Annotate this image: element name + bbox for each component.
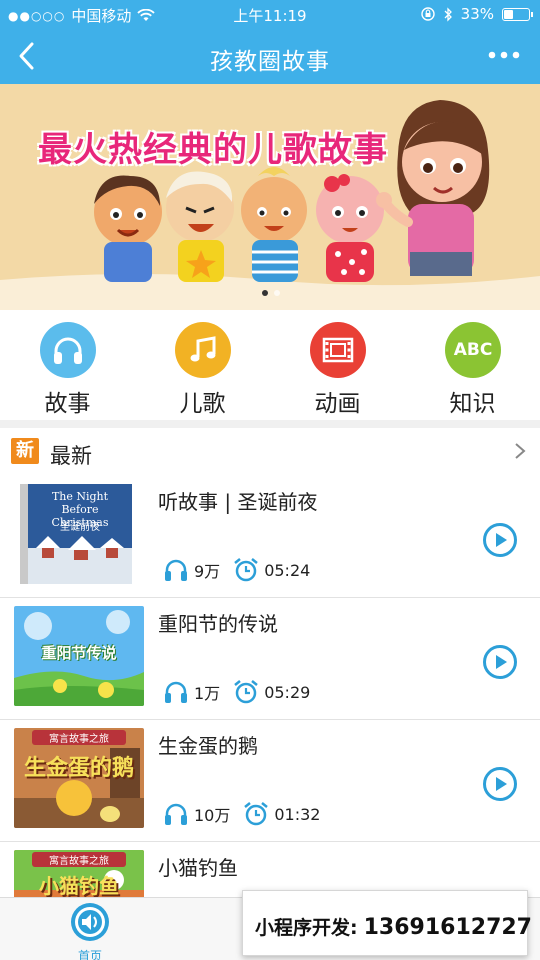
battery-icon [502, 7, 533, 21]
play-count: 10万 [194, 806, 231, 825]
headphones-icon [165, 681, 187, 703]
thumbnail-caption: 小猫钓鱼 [39, 874, 119, 898]
headphones-icon [165, 803, 187, 825]
play-count: 1万 [194, 684, 221, 703]
bluetooth-icon [444, 6, 452, 22]
thumbnail-subcaption: 寓言故事之旅 [32, 852, 126, 867]
contact-label: 小程序开发: [255, 917, 358, 939]
status-right: 33% [420, 5, 533, 23]
category-animation[interactable]: 动画 [270, 310, 405, 420]
banner-carousel[interactable]: 最火热经典的儿歌故事 [0, 84, 540, 310]
status-bar: ●●○○○ 中国移动 上午11:19 33% [0, 0, 540, 28]
item-title: 小猫钓鱼 [158, 856, 238, 880]
chevron-right-icon [515, 443, 526, 459]
alarm-clock-icon [244, 802, 269, 826]
banner-illustration [0, 84, 540, 310]
thumbnail: 重阳节传说 [14, 606, 144, 706]
item-title: 生金蛋的鹅 [158, 734, 258, 758]
banner-dot [274, 290, 280, 296]
battery-percent: 33% [460, 5, 494, 23]
list-item[interactable]: 重阳节传说 重阳节的传说 1万 05:29 [0, 598, 540, 720]
nav-bar: 孩教圈故事 [0, 28, 540, 84]
category-label: 儿歌 [179, 391, 226, 417]
orientation-lock-icon [420, 7, 435, 21]
speaker-icon [71, 903, 109, 941]
story-list: The Night Before Christmas 圣诞前夜 听故事 | 圣诞… [0, 476, 540, 960]
banner-pagination [262, 290, 280, 296]
category-knowledge[interactable]: ABC 知识 [405, 310, 540, 420]
thumbnail-subcaption: 寓言故事之旅 [32, 730, 126, 745]
category-label: 知识 [449, 391, 496, 417]
abc-icon-text: ABC [453, 340, 493, 360]
section-title: 最新 [50, 444, 92, 468]
play-count: 9万 [194, 562, 221, 581]
section-divider [0, 420, 540, 428]
category-grid: 故事 儿歌 动画 ABC 知识 [0, 310, 540, 420]
thumbnail-subcaption: 圣诞前夜 [60, 522, 100, 533]
category-label: 动画 [314, 391, 361, 417]
duration: 01:32 [274, 804, 321, 824]
category-story[interactable]: 故事 [0, 310, 135, 420]
item-meta: 9万 05:24 [162, 556, 322, 584]
alarm-clock-icon [234, 680, 258, 704]
contact-text: 小程序开发: 13691612727 [255, 913, 532, 940]
contact-overlay: 小程序开发: 13691612727 [242, 890, 532, 956]
screen: ●●○○○ 中国移动 上午11:19 33% 孩教圈故事 最火热经典的儿歌故事 … [0, 0, 540, 960]
play-button-icon[interactable] [482, 522, 518, 558]
section-header-latest[interactable]: 新 最新 [0, 428, 540, 476]
banner-dot-active [262, 290, 268, 296]
banner-headline: 最火热经典的儿歌故事 [38, 130, 388, 170]
item-title: 听故事 | 圣诞前夜 [158, 490, 318, 514]
new-badge: 新 [11, 438, 39, 464]
thumbnail: 寓言故事之旅 生金蛋的鹅 [14, 728, 144, 828]
item-meta: 10万 01:32 [162, 800, 332, 828]
list-item[interactable]: 寓言故事之旅 生金蛋的鹅 生金蛋的鹅 10万 01:32 [0, 720, 540, 842]
category-label: 故事 [44, 391, 91, 417]
thumbnail-caption: 重阳节传说 [41, 644, 117, 662]
alarm-clock-icon [234, 558, 258, 582]
thumbnail-caption: 生金蛋的鹅 [23, 756, 134, 781]
duration: 05:29 [264, 682, 311, 702]
play-button-icon[interactable] [482, 644, 518, 680]
page-title: 孩教圈故事 [210, 49, 330, 75]
play-button-icon[interactable] [482, 766, 518, 802]
item-meta: 1万 05:29 [162, 678, 322, 706]
category-songs[interactable]: 儿歌 [135, 310, 270, 420]
list-item[interactable]: The Night Before Christmas 圣诞前夜 听故事 | 圣诞… [0, 476, 540, 598]
tab-label: 首页 [77, 949, 102, 960]
contact-phone: 13691612727 [363, 915, 532, 940]
music-note-icon [175, 322, 231, 378]
headphones-icon [165, 559, 187, 581]
more-dots-icon[interactable] [488, 40, 520, 70]
duration: 05:24 [264, 560, 311, 580]
tab-home[interactable]: 首页 [40, 902, 140, 960]
headphones-icon [40, 322, 96, 378]
item-title: 重阳节的传说 [158, 612, 278, 636]
film-icon [310, 322, 366, 378]
abc-icon: ABC [445, 322, 501, 378]
thumbnail: The Night Before Christmas 圣诞前夜 [14, 484, 144, 584]
